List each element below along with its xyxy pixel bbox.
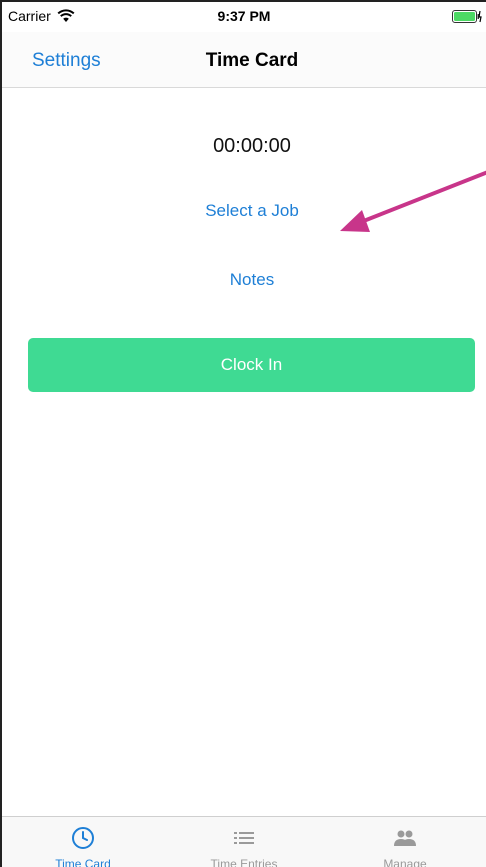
page-title: Time Card: [205, 50, 299, 71]
clock-in-button[interactable]: Clock In: [28, 338, 475, 392]
notes-button[interactable]: Notes: [2, 270, 486, 290]
annotation-arrow-icon: [340, 170, 486, 232]
tab-time-entries[interactable]: Time Entries: [163, 817, 325, 867]
battery-charging-icon: [452, 10, 482, 23]
tab-label: Time Entries: [210, 857, 278, 867]
tab-manage[interactable]: Manage: [324, 817, 486, 867]
status-time: 9:37 PM: [217, 8, 271, 24]
tab-time-card[interactable]: Time Card: [2, 817, 164, 867]
people-icon: [394, 830, 416, 846]
navigation-bar: Settings Time Card: [2, 32, 486, 88]
app-screen: Carrier 9:37 PM Settings Time Card 00:00…: [0, 0, 486, 867]
tab-label: Time Card: [55, 857, 111, 867]
tab-label: Manage: [383, 857, 427, 867]
list-icon: [234, 832, 254, 844]
tab-bar: Time Card Time Entries Manage: [2, 816, 486, 867]
status-bar: Carrier 9:37 PM: [2, 2, 486, 32]
clock-icon: [72, 827, 94, 849]
